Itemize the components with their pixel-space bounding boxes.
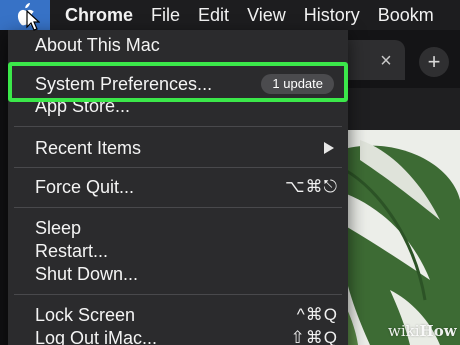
menu-item-lock-screen[interactable]: Lock Screen ^⌘Q: [8, 303, 348, 327]
menu-edit[interactable]: Edit: [198, 5, 229, 26]
new-tab-button[interactable]: +: [419, 47, 449, 77]
submenu-arrow-icon: [324, 142, 334, 154]
menu-item-label: Force Quit...: [35, 177, 135, 197]
watermark-suffix: How: [419, 322, 457, 340]
menu-item-recent-items[interactable]: Recent Items: [8, 136, 348, 160]
menu-item-label: About This Mac: [35, 35, 160, 55]
apple-menu-dropdown: About This Mac System Preferences... 1 u…: [8, 30, 348, 345]
tab-close-icon[interactable]: ×: [376, 50, 396, 72]
lock-screen-shortcut: ^⌘Q: [296, 305, 338, 324]
highlight-box: [8, 62, 348, 102]
menu-app-chrome[interactable]: Chrome: [65, 5, 133, 26]
menu-view[interactable]: View: [247, 5, 286, 26]
menu-file[interactable]: File: [151, 5, 180, 26]
mouse-cursor-icon: [26, 10, 40, 31]
monstera-leaf-image: [330, 130, 460, 345]
page-content-image: [330, 130, 460, 345]
menu-separator: [14, 294, 342, 295]
menu-item-label: Restart...: [35, 241, 109, 261]
menu-item-about-this-mac[interactable]: About This Mac: [8, 33, 348, 57]
menu-item-label: Sleep: [35, 218, 82, 238]
plus-icon: +: [427, 49, 441, 74]
menu-item-force-quit[interactable]: Force Quit... ⌥⌘⎋: [8, 175, 348, 199]
menu-item-restart[interactable]: Restart...: [8, 239, 348, 263]
force-quit-shortcut: ⌥⌘⎋: [284, 177, 338, 196]
menu-bar: Chrome File Edit View History Bookm: [0, 0, 460, 30]
log-out-shortcut: ⇧⌘Q: [290, 328, 338, 345]
menu-history[interactable]: History: [304, 5, 360, 26]
menu-item-label: Log Out iMac...: [35, 328, 158, 345]
menu-item-sleep[interactable]: Sleep: [8, 216, 348, 240]
menu-separator: [14, 167, 342, 168]
apple-menu-button[interactable]: [0, 0, 50, 30]
watermark-prefix: wiki: [388, 322, 420, 340]
menu-item-label: Shut Down...: [35, 264, 139, 284]
menu-separator: [14, 126, 342, 127]
browser-toolbar: [340, 88, 460, 130]
wikihow-watermark: wikiHow: [388, 322, 457, 340]
menu-bookmarks[interactable]: Bookm: [378, 5, 434, 26]
menu-item-label: Recent Items: [35, 138, 142, 158]
menu-item-label: Lock Screen: [35, 305, 136, 325]
menu-item-shut-down[interactable]: Shut Down...: [8, 262, 348, 286]
menu-separator: [14, 207, 342, 208]
menu-item-log-out[interactable]: Log Out iMac... ⇧⌘Q: [8, 326, 348, 345]
